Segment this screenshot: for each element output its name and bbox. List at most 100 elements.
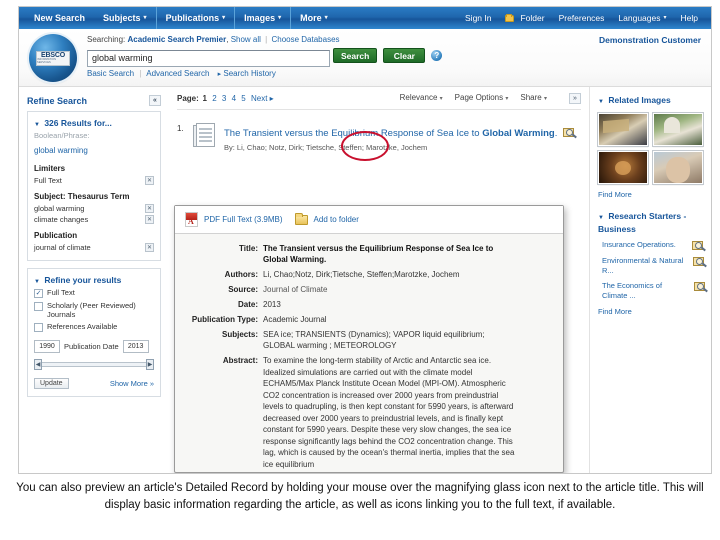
chevron-down-icon: ▾ — [543, 96, 547, 102]
subject-row: climate changes ✕ — [34, 214, 154, 225]
page-options-dropdown[interactable]: Page Options ▾ — [455, 93, 509, 104]
page-link-2[interactable]: 2 — [212, 94, 216, 103]
research-starter-label: The Economics of Climate ... — [602, 281, 663, 300]
document-icon — [193, 123, 217, 149]
preview-field-abstract: Abstract: To examine the long-term stabi… — [181, 355, 551, 470]
checkbox-scholarly[interactable] — [34, 302, 43, 311]
magnifying-glass-icon[interactable] — [692, 240, 706, 251]
magnifying-glass-icon[interactable] — [562, 127, 577, 138]
date-to-field[interactable]: 2013 — [122, 340, 149, 353]
chevron-down-icon: ▾ — [324, 15, 328, 21]
advanced-search-link[interactable]: Advanced Search — [146, 69, 209, 78]
research-starters-heading: ▼ Research Starters - Business — [598, 211, 705, 235]
publication-date-slider[interactable]: ◀ ▶ — [34, 359, 154, 370]
search-header: EBSCO INFORMATION SERVICES Searching: Ac… — [19, 29, 711, 87]
magnifying-glass-icon[interactable] — [693, 281, 708, 292]
nav-subjects[interactable]: Subjects ▾ — [94, 7, 156, 29]
results-toolbar: Page: 1 2 3 4 5 Next ▸ Relevance ▾ Page … — [177, 93, 581, 110]
preview-label-publication-type: Publication Type: — [191, 315, 258, 324]
remove-subject-icon[interactable]: ✕ — [145, 204, 154, 213]
show-all-link[interactable]: Show all — [231, 35, 261, 44]
nav-more[interactable]: More ▾ — [290, 7, 337, 29]
add-to-folder-link[interactable]: Add to folder — [314, 215, 359, 224]
chevron-down-icon: ▾ — [439, 96, 443, 102]
show-more-link[interactable]: Show More » — [110, 379, 154, 388]
preview-field-publication-type: Publication Type: Academic Journal — [181, 314, 551, 325]
pdf-full-text-link[interactable]: PDF Full Text (3.9MB) — [204, 215, 283, 224]
related-images-find-more-link[interactable]: Find More — [598, 190, 705, 199]
nav-sign-in[interactable]: Sign In — [458, 7, 498, 29]
document-icon-page-front — [196, 123, 215, 147]
choose-databases-link[interactable]: Choose Databases — [271, 35, 339, 44]
nav-images[interactable]: Images ▾ — [234, 7, 290, 29]
research-starters-label: Research Starters - Business — [598, 211, 687, 234]
collapse-panel-button[interactable]: « — [149, 95, 161, 106]
preview-value-publication-type: Academic Journal — [263, 315, 327, 324]
research-starter-item[interactable]: The Economics of Climate ... — [602, 281, 708, 301]
update-button[interactable]: Update — [34, 378, 69, 389]
slider-handle-right[interactable]: ▶ — [146, 359, 154, 370]
magnifying-glass-icon[interactable] — [693, 256, 708, 267]
chevron-down-icon: ▾ — [505, 96, 509, 102]
screenshot-root: New Search Subjects ▾ Publications ▾ Ima… — [0, 0, 720, 540]
share-dropdown[interactable]: Share ▾ — [520, 93, 547, 104]
filter-references-available[interactable]: References Available — [34, 322, 154, 332]
publication-label: journal of climate — [34, 243, 91, 252]
search-input[interactable] — [87, 49, 330, 67]
thumbnail-crowd[interactable] — [597, 150, 649, 185]
search-button[interactable]: Search — [333, 48, 378, 63]
checkbox-references-available[interactable] — [34, 323, 43, 332]
related-panel: ▼ Related Images Find More ▼ Research St… — [589, 87, 711, 473]
remove-publication-icon[interactable]: ✕ — [145, 243, 154, 252]
basic-search-link[interactable]: Basic Search — [87, 69, 134, 78]
nav-new-search[interactable]: New Search — [25, 7, 94, 29]
ebsco-logo-plate: EBSCO INFORMATION SERVICES — [36, 50, 70, 66]
thumbnail-protest[interactable] — [597, 112, 649, 147]
limiter-label: Full Text — [34, 176, 62, 185]
remove-limiter-icon[interactable]: ✕ — [145, 176, 154, 185]
remove-subject-icon[interactable]: ✕ — [145, 215, 154, 224]
filter-full-text[interactable]: Full Text — [34, 288, 154, 298]
help-icon[interactable]: ? — [431, 50, 443, 61]
date-from-field[interactable]: 1990 — [34, 340, 60, 353]
search-history-link[interactable]: Search History — [223, 69, 275, 78]
preview-field-title: Title: The Transient versus the Equilibr… — [181, 243, 551, 265]
thumbnail-portrait[interactable] — [652, 150, 704, 185]
slider-handle-left[interactable]: ◀ — [34, 359, 42, 370]
thumbnail-capitol[interactable] — [652, 112, 704, 147]
page-link-4[interactable]: 4 — [232, 94, 236, 103]
page-link-5[interactable]: 5 — [241, 94, 245, 103]
preview-field-authors: Authors: Li, Chao;Notz, Dirk;Tietsche, S… — [181, 269, 551, 280]
nav-publications[interactable]: Publications ▾ — [155, 7, 235, 29]
research-starter-item[interactable]: Insurance Operations. — [602, 240, 706, 251]
boolean-phrase-value[interactable]: global warming — [34, 146, 88, 155]
expand-results-button[interactable]: » — [569, 93, 581, 104]
checkbox-full-text[interactable] — [34, 289, 43, 298]
nav-folder[interactable]: Folder — [498, 7, 551, 29]
preview-label-abstract: Abstract: — [222, 356, 258, 365]
nav-publications-label: Publications — [165, 13, 220, 23]
triangle-down-icon: ▼ — [598, 99, 604, 105]
page-link-3[interactable]: 3 — [222, 94, 226, 103]
filter-scholarly[interactable]: Scholarly (Peer Reviewed) Journals — [34, 301, 154, 319]
research-starters-find-more-link[interactable]: Find More — [598, 307, 705, 316]
preview-label-date: Date: — [237, 300, 258, 309]
chevron-right-icon: ▸ — [217, 71, 222, 78]
nav-help[interactable]: Help — [674, 7, 705, 29]
research-starter-label: Insurance Operations. — [602, 240, 676, 249]
result-title-link[interactable]: The Transient versus the Equilibrium Res… — [224, 127, 577, 139]
page-link-1[interactable]: 1 — [203, 94, 207, 103]
subject-label: global warming — [34, 204, 85, 213]
preview-value-source: Journal of Climate — [263, 285, 328, 294]
clear-button[interactable]: Clear — [383, 48, 426, 63]
research-starter-item[interactable]: Environmental & Natural R... — [602, 256, 708, 276]
folder-icon — [294, 212, 308, 225]
next-page-link[interactable]: Next ▸ — [251, 94, 274, 103]
refine-search-title: Refine Search — [27, 95, 88, 106]
chevron-down-icon: ▾ — [143, 15, 147, 21]
nav-preferences[interactable]: Preferences — [552, 7, 612, 29]
nav-help-label: Help — [680, 13, 698, 23]
sort-dropdown[interactable]: Relevance ▾ — [400, 93, 443, 104]
nav-languages[interactable]: Languages ▾ — [611, 7, 673, 29]
result-title-bold: Global Warming — [482, 128, 555, 139]
